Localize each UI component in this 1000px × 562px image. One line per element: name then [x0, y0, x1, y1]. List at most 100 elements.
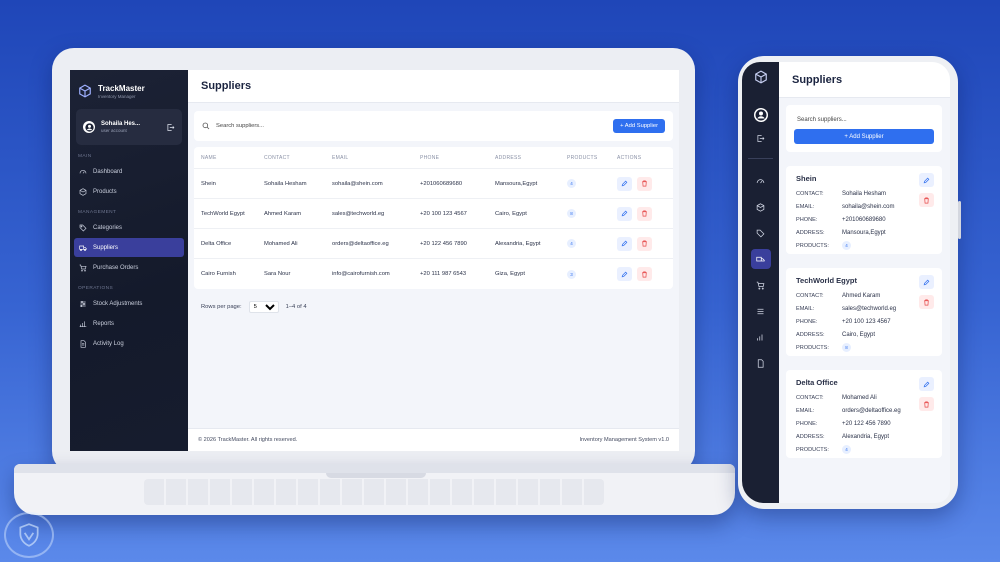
- sidebar-item-activity-log[interactable]: Activity Log: [74, 334, 184, 353]
- pencil-icon: [621, 180, 628, 187]
- supplier-name: Delta Office: [796, 378, 838, 387]
- col-header-products[interactable]: PRODUCTS: [567, 155, 617, 161]
- avatar: [83, 121, 95, 133]
- col-header-email[interactable]: EMAIL: [332, 155, 420, 161]
- col-header-address[interactable]: ADDRESS: [495, 155, 567, 161]
- nav-stock-adjustments[interactable]: [751, 301, 771, 321]
- chart-icon: [79, 320, 87, 327]
- supplier-address: Alexandria, Egypt: [842, 433, 890, 440]
- cell-contact: Sara Nour: [264, 271, 291, 277]
- file-icon: [757, 358, 764, 368]
- delete-button[interactable]: [637, 206, 652, 221]
- delete-button[interactable]: [919, 295, 934, 309]
- supplier-email: sohaila@shein.com: [842, 203, 895, 210]
- field-label: PHONE:: [796, 420, 818, 427]
- edit-button[interactable]: [617, 267, 632, 281]
- edit-button[interactable]: [617, 236, 632, 251]
- delete-button[interactable]: [919, 397, 934, 411]
- cell-address: Cairo, Egypt: [495, 210, 527, 217]
- supplier-phone: +20 100 123 4567: [842, 318, 891, 325]
- add-supplier-button[interactable]: + Add Supplier: [794, 129, 934, 144]
- col-header-phone[interactable]: PHONE: [420, 155, 495, 161]
- logout-icon[interactable]: [166, 123, 175, 132]
- search-input[interactable]: Search suppliers...: [794, 113, 934, 129]
- field-label: PRODUCTS:: [796, 446, 829, 453]
- products-badge: 4: [842, 445, 851, 454]
- chart-icon: [757, 334, 763, 340]
- cell-email: sohaila@shein.com: [332, 180, 383, 187]
- supplier-card[interactable]: TechWorld Egypt CONTACT: Ahmed Karam EMAI…: [786, 268, 942, 356]
- trash-icon: [924, 299, 929, 305]
- sidebar-item-label: Dashboard: [93, 168, 123, 175]
- nav-products[interactable]: [751, 197, 771, 217]
- pagination: Rows per page: 5 1–4 of 4: [188, 289, 679, 325]
- nav-activity-log[interactable]: [751, 353, 771, 373]
- edit-button[interactable]: [919, 377, 934, 391]
- edit-button[interactable]: [617, 206, 632, 221]
- nav-reports[interactable]: [751, 327, 771, 347]
- sidebar-item-label: Activity Log: [93, 340, 124, 347]
- sidebar-item-reports[interactable]: Reports: [74, 314, 184, 333]
- page-title: Suppliers: [201, 80, 252, 92]
- edit-button[interactable]: [919, 275, 934, 289]
- trash-icon: [642, 271, 647, 277]
- supplier-card[interactable]: Delta Office CONTACT: Mohamed Ali EMAIL: o…: [786, 370, 942, 458]
- sidebar-item-categories[interactable]: Categories: [74, 218, 184, 237]
- sidebar-item-dashboard[interactable]: Dashboard: [74, 162, 184, 181]
- pencil-icon: [923, 177, 930, 183]
- nav-dashboard[interactable]: [751, 171, 771, 191]
- tag-icon: [756, 229, 765, 237]
- logout-button[interactable]: [751, 128, 771, 148]
- sidebar-item-label: Products: [93, 188, 117, 195]
- supplier-card[interactable]: Shein CONTACT: Sohaila Hesham EMAIL: sohai…: [786, 166, 942, 254]
- section-operations: OPERATIONS: [78, 286, 114, 291]
- table-row[interactable]: Cairo Furnish Sara Nour info@cairofurnis…: [194, 259, 673, 289]
- delete-button[interactable]: [637, 176, 652, 191]
- laptop-notch: [326, 473, 426, 478]
- supplier-contact: Ahmed Karam: [842, 292, 881, 299]
- delete-button[interactable]: [637, 267, 652, 281]
- nav-categories[interactable]: [751, 223, 771, 243]
- search-input[interactable]: Search suppliers...: [216, 123, 264, 129]
- nav-purchase-orders[interactable]: [751, 275, 771, 295]
- brand-subtitle: Inventory Manager: [98, 93, 136, 99]
- sidebar-item-products[interactable]: Products: [74, 182, 184, 201]
- laptop-screen: TrackMaster Inventory Manager Sohaila He…: [70, 70, 679, 451]
- sidebar-item-suppliers[interactable]: Suppliers: [74, 238, 184, 257]
- delete-button[interactable]: [637, 236, 652, 251]
- supplier-phone: +20 122 456 7890: [842, 420, 891, 427]
- products-badge: 3: [567, 269, 576, 279]
- field-label: CONTACT:: [796, 292, 824, 299]
- cube-icon: [754, 70, 767, 84]
- user-card[interactable]: Sohaila Hes... user account: [76, 109, 182, 145]
- add-supplier-button[interactable]: + Add Supplier: [613, 119, 665, 133]
- brand-name: TrackMaster: [98, 83, 145, 93]
- table-row[interactable]: Shein Sohaila Hesham sohaila@shein.com +…: [194, 169, 673, 199]
- col-header-name[interactable]: NAME: [194, 155, 264, 161]
- avatar[interactable]: [753, 108, 768, 122]
- trash-icon: [924, 401, 929, 407]
- edit-button[interactable]: [919, 173, 934, 187]
- cell-phone: +201060689680: [420, 180, 463, 187]
- sidebar-item-stock-adjustments[interactable]: Stock Adjustments: [74, 294, 184, 313]
- phone-screen: Suppliers Search suppliers... + Add Supp…: [742, 62, 950, 503]
- cell-phone: +20 111 987 6543: [420, 271, 467, 277]
- rows-per-page-select[interactable]: 5: [248, 301, 279, 313]
- edit-button[interactable]: [617, 176, 632, 191]
- table-row[interactable]: TechWorld Egypt Ahmed Karam sales@techwo…: [194, 199, 673, 229]
- field-label: EMAIL:: [796, 203, 815, 210]
- sidebar-item-purchase-orders[interactable]: Purchase Orders: [74, 258, 184, 277]
- field-label: ADDRESS:: [796, 229, 825, 236]
- laptop-base: [14, 464, 735, 515]
- sidebar-item-label: Suppliers: [93, 244, 119, 251]
- table-row[interactable]: Delta Office Mohamed Ali orders@deltaoff…: [194, 229, 673, 259]
- cell-email: info@cairofurnish.com: [332, 271, 390, 277]
- col-header-contact[interactable]: CONTACT: [264, 155, 332, 161]
- trash-icon: [642, 210, 647, 217]
- cart-icon: [79, 264, 87, 271]
- delete-button[interactable]: [919, 193, 934, 207]
- laptop-frame: TrackMaster Inventory Manager Sohaila He…: [52, 48, 695, 473]
- table-header: NAME CONTACT EMAIL PHONE ADDRESS PRODUCT…: [194, 147, 673, 169]
- nav-suppliers[interactable]: [750, 249, 771, 269]
- supplier-name: TechWorld Egypt: [796, 276, 857, 285]
